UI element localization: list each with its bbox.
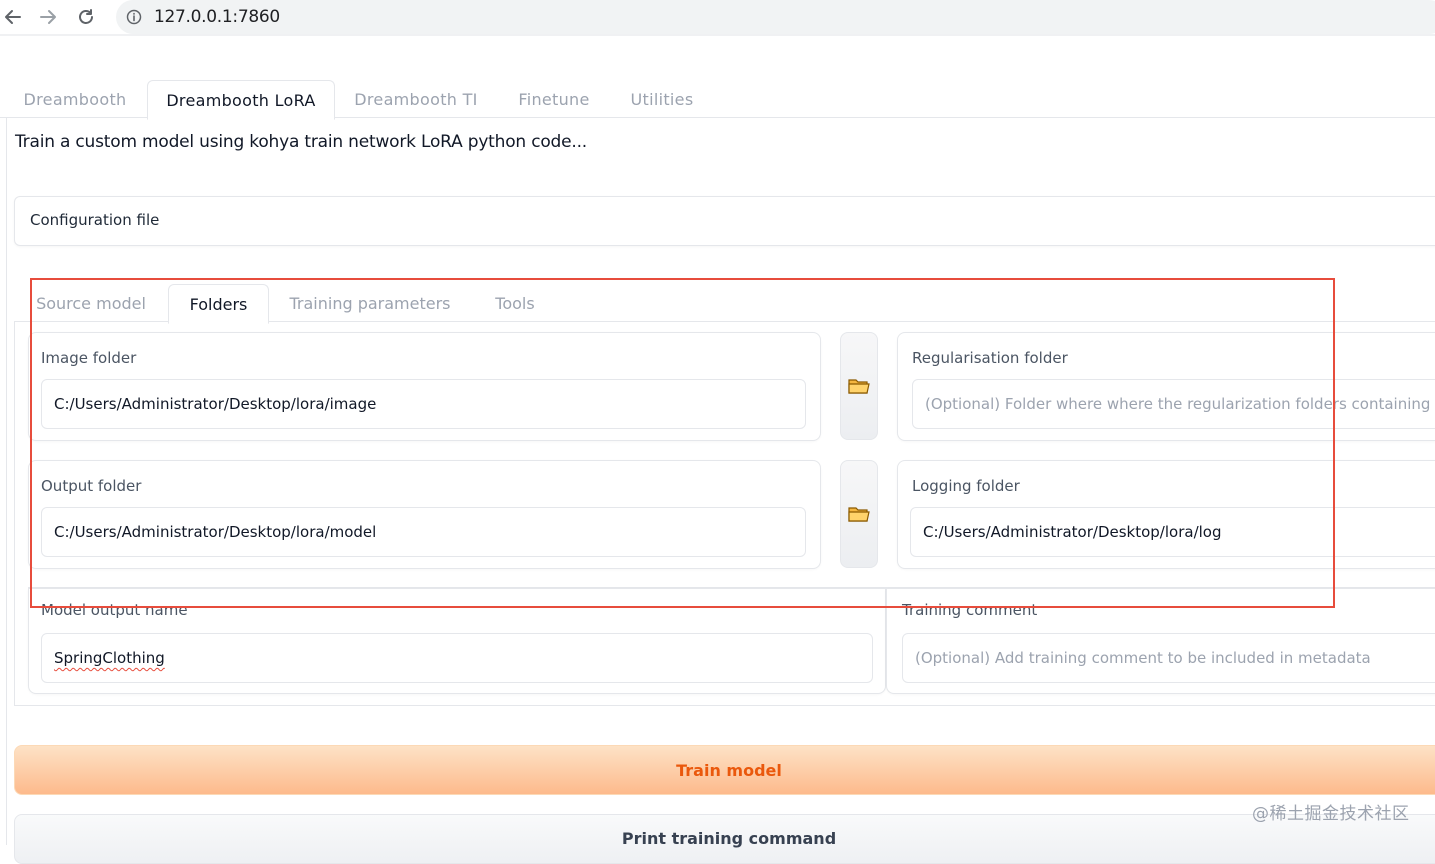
url-text: 127.0.0.1:7860 — [154, 7, 280, 27]
watermark: @稀土掘金技术社区 — [1252, 804, 1410, 824]
output-folder-label: Output folder — [41, 477, 142, 495]
regularisation-folder-group: Regularisation folder (Optional) Folder … — [897, 332, 1435, 441]
panel-border — [6, 117, 7, 845]
page-description: Train a custom model using kohya train n… — [15, 132, 588, 152]
output-folder-input[interactable]: C:/Users/Administrator/Desktop/lora/mode… — [41, 507, 806, 557]
image-folder-label: Image folder — [41, 349, 137, 367]
output-folder-browse-button[interactable] — [840, 460, 878, 568]
tab-tools[interactable]: Tools — [478, 284, 552, 322]
tab-training-parameters[interactable]: Training parameters — [278, 284, 462, 322]
logging-folder-input[interactable]: C:/Users/Administrator/Desktop/lora/log — [910, 507, 1435, 557]
logging-folder-label: Logging folder — [912, 477, 1020, 495]
training-comment-label: Training comment — [902, 601, 1038, 619]
back-arrow-icon[interactable] — [0, 4, 26, 30]
model-output-name-value: SpringClothing — [54, 649, 165, 667]
print-training-command-button[interactable]: Print training command — [14, 814, 1435, 864]
train-model-button[interactable]: Train model — [14, 745, 1435, 795]
model-output-name-label: Model output name — [41, 601, 188, 619]
tab-label: Utilities — [630, 89, 694, 109]
site-info-icon[interactable] — [126, 9, 142, 29]
tab-label: Tools — [495, 293, 535, 313]
configuration-file-accordion[interactable]: Configuration file — [14, 196, 1435, 246]
tab-label: Dreambooth LoRA — [166, 90, 316, 110]
tab-label: Source model — [36, 293, 146, 313]
configuration-file-label: Configuration file — [30, 211, 160, 229]
tab-label: Finetune — [518, 89, 590, 109]
model-output-name-group: Model output name SpringClothing — [28, 588, 886, 694]
folder-icon — [848, 507, 870, 522]
regularisation-folder-label: Regularisation folder — [912, 349, 1068, 367]
tab-label: Folders — [189, 294, 248, 314]
image-folder-group: Image folder C:/Users/Administrator/Desk… — [28, 332, 821, 441]
tab-label: Dreambooth — [23, 89, 127, 109]
logging-folder-group: Logging folder C:/Users/Administrator/De… — [897, 460, 1435, 569]
regularisation-folder-input[interactable]: (Optional) Folder where where the regula… — [912, 379, 1435, 429]
tab-dreambooth[interactable]: Dreambooth — [10, 80, 140, 118]
reload-icon[interactable] — [73, 4, 99, 30]
tab-source-model[interactable]: Source model — [26, 284, 156, 322]
training-comment-input[interactable]: (Optional) Add training comment to be in… — [902, 633, 1435, 683]
model-output-name-input[interactable]: SpringClothing — [41, 633, 873, 683]
address-bar[interactable]: 127.0.0.1:7860 — [116, 0, 1435, 34]
tab-utilities[interactable]: Utilities — [616, 80, 708, 118]
tab-label: Training parameters — [289, 293, 451, 313]
tab-folders[interactable]: Folders — [168, 284, 269, 324]
tab-dreambooth-ti[interactable]: Dreambooth TI — [340, 80, 492, 118]
output-folder-group: Output folder C:/Users/Administrator/Des… — [28, 460, 821, 569]
folder-icon — [848, 379, 870, 394]
browser-toolbar: 127.0.0.1:7860 — [0, 0, 1435, 36]
forward-arrow-icon[interactable] — [35, 4, 61, 30]
tab-dreambooth-lora[interactable]: Dreambooth LoRA — [147, 80, 335, 120]
image-folder-input[interactable]: C:/Users/Administrator/Desktop/lora/imag… — [41, 379, 806, 429]
training-comment-group: Training comment (Optional) Add training… — [886, 588, 1435, 694]
tab-label: Dreambooth TI — [354, 89, 478, 109]
image-folder-browse-button[interactable] — [840, 332, 878, 440]
tab-finetune[interactable]: Finetune — [503, 80, 605, 118]
